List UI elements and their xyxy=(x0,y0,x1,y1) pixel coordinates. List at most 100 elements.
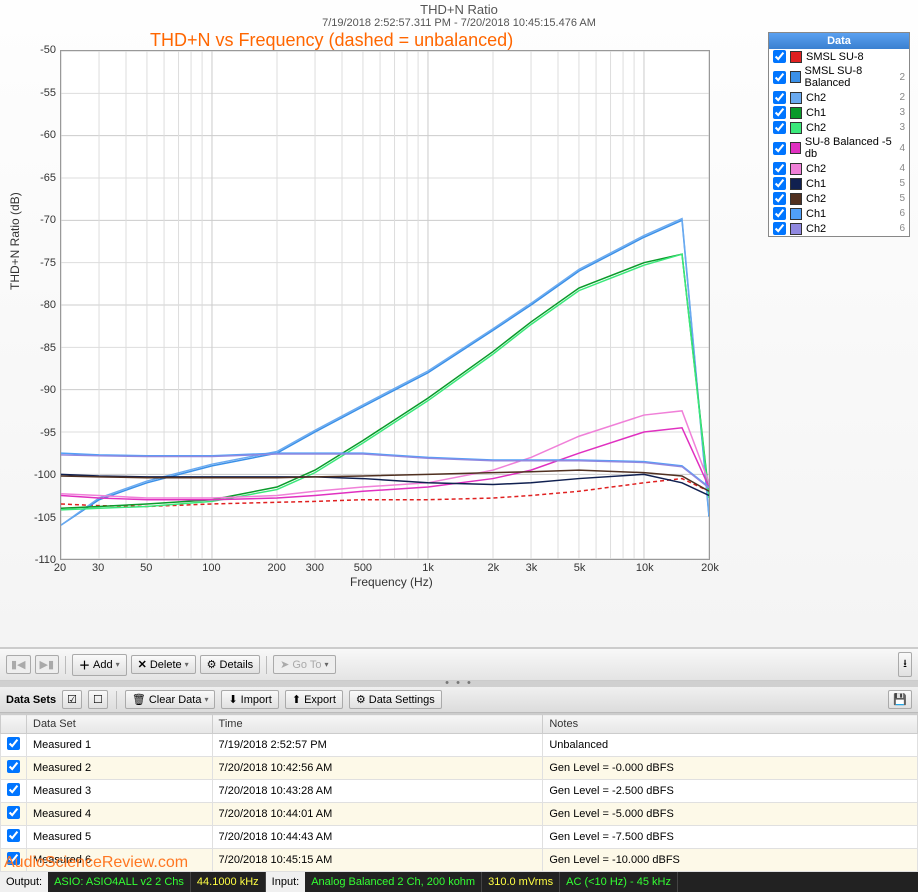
legend-item[interactable]: Ch2 4 xyxy=(769,161,909,176)
goto-button[interactable]: ➤Go To ▾ xyxy=(273,655,335,674)
details-button[interactable]: ⚙Details xyxy=(200,655,261,674)
legend-item[interactable]: Ch23 xyxy=(769,120,909,135)
cell-notes: Gen Level = -2.500 dBFS xyxy=(543,780,918,803)
cell-notes: Gen Level = -5.000 dBFS xyxy=(543,803,918,826)
legend-suffix: 4 xyxy=(899,163,905,174)
status-output-rate: 44.1000 kHz xyxy=(191,872,266,892)
legend-checkbox[interactable] xyxy=(773,222,786,235)
y-tick: -90 xyxy=(40,384,56,396)
prev-button[interactable]: ▮◀ xyxy=(6,655,31,674)
x-tick: 30 xyxy=(92,562,104,574)
cell-time: 7/20/2018 10:45:15 AM xyxy=(212,849,543,872)
legend-item[interactable]: SMSL SU-8 xyxy=(769,49,909,64)
next-button[interactable]: ▶▮ xyxy=(35,655,60,674)
import-button[interactable]: ⬇Import xyxy=(221,690,278,709)
cell-time: 7/19/2018 2:52:57 PM xyxy=(212,734,543,757)
cell-notes: Gen Level = -10.000 dBFS xyxy=(543,849,918,872)
x-axis-label: Frequency (Hz) xyxy=(350,575,433,589)
check-all-button[interactable]: ☑ xyxy=(62,690,82,709)
table-row[interactable]: Measured 57/20/2018 10:44:43 AMGen Level… xyxy=(1,826,918,849)
legend-checkbox[interactable] xyxy=(773,162,786,175)
plot-canvas[interactable] xyxy=(60,50,710,560)
status-input-level: 310.0 mVrms xyxy=(482,872,560,892)
table-row[interactable]: Measured 47/20/2018 10:44:01 AMGen Level… xyxy=(1,803,918,826)
x-tick: 5k xyxy=(574,562,586,574)
legend-item[interactable]: Ch25 xyxy=(769,191,909,206)
data-settings-button[interactable]: ⚙Data Settings xyxy=(349,690,442,709)
legend-checkbox[interactable] xyxy=(773,177,786,190)
legend-item[interactable]: Ch15 xyxy=(769,176,909,191)
cell-time: 7/20/2018 10:44:01 AM xyxy=(212,803,543,826)
cell-dataset: Measured 4 xyxy=(27,803,213,826)
table-col-header[interactable]: Notes xyxy=(543,715,918,734)
x-tick: 2k xyxy=(488,562,500,574)
row-checkbox[interactable] xyxy=(7,806,20,819)
legend-swatch xyxy=(790,107,802,119)
y-tick: -85 xyxy=(40,342,56,354)
x-tick: 1k xyxy=(422,562,434,574)
cell-notes: Gen Level = -0.000 dBFS xyxy=(543,757,918,780)
legend-item[interactable]: SU-8 Balanced -5 db4 xyxy=(769,135,909,161)
legend-suffix: 5 xyxy=(899,178,905,189)
row-checkbox[interactable] xyxy=(7,760,20,773)
legend-item[interactable]: Ch22 xyxy=(769,90,909,105)
table-row[interactable]: Measured 17/19/2018 2:52:57 PMUnbalanced xyxy=(1,734,918,757)
add-button[interactable]: ＋Add ▾ xyxy=(72,654,127,676)
legend-swatch xyxy=(790,193,802,205)
x-tick: 20k xyxy=(701,562,719,574)
legend-checkbox[interactable] xyxy=(773,121,786,134)
x-tick: 10k xyxy=(636,562,654,574)
table-col-header[interactable] xyxy=(1,715,27,734)
legend-checkbox[interactable] xyxy=(773,142,786,155)
x-tick: 100 xyxy=(202,562,220,574)
legend-panel[interactable]: Data SMSL SU-8SMSL SU-8 Balanced2Ch22Ch1… xyxy=(768,32,910,237)
uncheck-all-button[interactable]: ☐ xyxy=(88,690,108,709)
x-tick: 200 xyxy=(267,562,285,574)
status-output-driver: ASIO: ASIO4ALL v2 2 Chs xyxy=(48,872,191,892)
watermark: AudioScienceReview.com xyxy=(4,854,188,872)
legend-checkbox[interactable] xyxy=(773,91,786,104)
cell-dataset: Measured 1 xyxy=(27,734,213,757)
legend-header: Data xyxy=(769,33,909,49)
export-button[interactable]: ⬆Export xyxy=(285,690,343,709)
legend-checkbox[interactable] xyxy=(773,71,786,84)
row-checkbox[interactable] xyxy=(7,737,20,750)
chart-date-range: 7/19/2018 2:52:57.311 PM - 7/20/2018 10:… xyxy=(0,17,918,29)
legend-checkbox[interactable] xyxy=(773,50,786,63)
legend-item[interactable]: Ch13 xyxy=(769,105,909,120)
legend-suffix: 5 xyxy=(899,193,905,204)
table-row[interactable]: Measured 37/20/2018 10:43:28 AMGen Level… xyxy=(1,780,918,803)
legend-swatch xyxy=(790,122,802,134)
legend-label: Ch2 xyxy=(806,122,826,134)
y-tick: -60 xyxy=(40,129,56,141)
table-col-header[interactable]: Data Set xyxy=(27,715,213,734)
collapse-button[interactable]: ⭳ xyxy=(898,652,912,677)
chart-area: THD+N Ratio 7/19/2018 2:52:57.311 PM - 7… xyxy=(0,0,918,648)
data-sets-label: Data Sets xyxy=(6,694,56,706)
legend-checkbox[interactable] xyxy=(773,207,786,220)
legend-item[interactable]: Ch16 xyxy=(769,206,909,221)
y-tick: -75 xyxy=(40,257,56,269)
legend-checkbox[interactable] xyxy=(773,192,786,205)
legend-item[interactable]: Ch26 xyxy=(769,221,909,236)
legend-label: SMSL SU-8 Balanced xyxy=(805,65,896,89)
row-checkbox[interactable] xyxy=(7,783,20,796)
legend-label: Ch2 xyxy=(806,163,826,175)
legend-swatch xyxy=(790,178,802,190)
y-tick: -80 xyxy=(40,299,56,311)
table-row[interactable]: Measured 27/20/2018 10:42:56 AMGen Level… xyxy=(1,757,918,780)
save-button[interactable]: 💾 xyxy=(888,690,912,709)
clear-data-button[interactable]: 🗑Clear Data ▾ xyxy=(125,690,216,709)
y-tick: -55 xyxy=(40,87,56,99)
row-checkbox[interactable] xyxy=(7,829,20,842)
x-axis-ticks: 2030501002003005001k2k3k5k10k20k xyxy=(60,562,710,576)
legend-item[interactable]: SMSL SU-8 Balanced2 xyxy=(769,64,909,90)
legend-label: Ch1 xyxy=(806,208,826,220)
cell-dataset: Measured 3 xyxy=(27,780,213,803)
status-input-bw: AC (<10 Hz) - 45 kHz xyxy=(560,872,678,892)
legend-checkbox[interactable] xyxy=(773,106,786,119)
table-col-header[interactable]: Time xyxy=(212,715,543,734)
delete-button[interactable]: ✕Delete ▾ xyxy=(131,655,196,674)
y-tick: -50 xyxy=(40,44,56,56)
status-input-label: Input: xyxy=(266,872,306,892)
